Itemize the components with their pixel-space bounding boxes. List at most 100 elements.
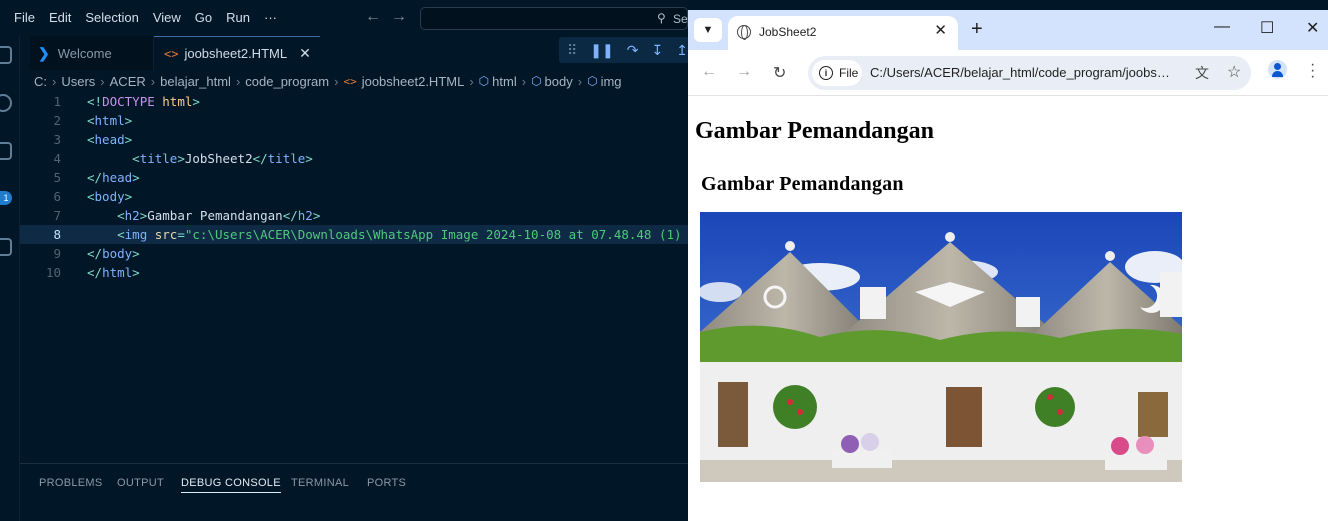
- back-icon[interactable]: ←: [701, 63, 717, 81]
- tab-welcome-label: Welcome: [57, 45, 112, 61]
- command-center-search[interactable]: ⚲ Se: [420, 7, 688, 30]
- tab-problems[interactable]: PROBLEMS: [39, 477, 103, 489]
- code-line[interactable]: 3 <head>: [20, 130, 688, 149]
- tab-strip: ▼ JobSheet2 ✕ + — ☐ ✕: [688, 10, 1328, 50]
- site-info-label: File: [839, 66, 859, 80]
- code-token: </: [252, 151, 268, 166]
- source-control-icon[interactable]: [0, 142, 12, 160]
- forward-arrow-icon[interactable]: →: [391, 8, 407, 26]
- info-icon: i: [819, 66, 833, 80]
- code-token: head: [94, 132, 125, 147]
- profile-avatar[interactable]: [1268, 60, 1287, 79]
- close-window-icon[interactable]: ✕: [1306, 18, 1319, 38]
- close-icon[interactable]: ✕: [299, 45, 311, 62]
- code-line[interactable]: 1 <!DOCTYPE html>: [20, 92, 688, 111]
- drag-handle-icon[interactable]: ⠿: [567, 42, 577, 59]
- breadcrumb-item[interactable]: img: [601, 74, 622, 89]
- menu-selection[interactable]: Selection: [78, 0, 145, 36]
- step-into-icon[interactable]: ↧: [651, 42, 663, 59]
- code-token: >: [177, 151, 185, 166]
- star-icon[interactable]: ☆: [1227, 62, 1241, 82]
- menu-go[interactable]: Go: [188, 0, 219, 36]
- close-icon[interactable]: ✕: [934, 21, 947, 39]
- menu-edit[interactable]: Edit: [42, 0, 78, 36]
- code-editor[interactable]: 1 <!DOCTYPE html> 2 <html> 3 <head> 4 <title>J…: [20, 92, 688, 462]
- code-line[interactable]: 7 <h2>Gambar Pemandangan</h2>: [20, 206, 688, 225]
- step-out-icon[interactable]: ↥: [676, 42, 688, 59]
- code-line[interactable]: 2 <html>: [20, 111, 688, 130]
- html-file-icon: <>: [164, 46, 179, 61]
- code-token: </: [282, 208, 298, 223]
- code-token: title: [267, 151, 306, 166]
- tab-output[interactable]: OUTPUT: [117, 477, 164, 489]
- code-text: <img src="c:\Users\ACER\Downloads\WhatsA…: [87, 225, 682, 244]
- code-token: >: [132, 265, 140, 280]
- code-token: html: [162, 94, 193, 109]
- code-token: h2: [297, 208, 313, 223]
- breadcrumb-item[interactable]: body: [545, 74, 573, 89]
- breadcrumb-item[interactable]: code_program: [245, 74, 329, 89]
- maximize-icon[interactable]: ☐: [1260, 18, 1274, 38]
- reload-icon[interactable]: ↻: [773, 63, 786, 83]
- code-token: head: [102, 170, 133, 185]
- tab-ports[interactable]: PORTS: [367, 477, 406, 489]
- translate-icon[interactable]: 文: [1195, 63, 1209, 83]
- code-line[interactable]: 8 <img src="c:\Users\ACER\Downloads\What…: [20, 225, 688, 244]
- explorer-icon[interactable]: [0, 46, 12, 64]
- code-token: <: [87, 189, 95, 204]
- more-menu-icon[interactable]: · · ·: [1310, 57, 1315, 85]
- back-arrow-icon[interactable]: ←: [365, 8, 381, 26]
- code-token: DOCTYPE: [102, 94, 155, 109]
- tab-debug-console[interactable]: DEBUG CONSOLE: [181, 477, 281, 493]
- code-token: </: [87, 265, 103, 280]
- code-token: body: [94, 189, 125, 204]
- code-token: body: [102, 246, 133, 261]
- code-line[interactable]: 5 </head>: [20, 168, 688, 187]
- menu-more[interactable]: ···: [257, 0, 284, 36]
- minimize-icon[interactable]: —: [1214, 18, 1230, 36]
- menu-file[interactable]: File: [0, 0, 42, 36]
- code-line[interactable]: 4 <title>JobSheet2</title>: [20, 149, 688, 168]
- breadcrumb-item[interactable]: html: [492, 74, 517, 89]
- pause-icon[interactable]: ❚❚: [590, 42, 613, 59]
- forward-icon[interactable]: →: [736, 63, 752, 81]
- menu-run[interactable]: Run: [219, 0, 257, 36]
- code-token: <: [87, 113, 95, 128]
- breadcrumb-item[interactable]: Users: [61, 74, 95, 89]
- tab-welcome[interactable]: ❯ Welcome: [30, 36, 154, 70]
- code-line[interactable]: 6 <body>: [20, 187, 688, 206]
- search-sidebar-icon[interactable]: [0, 94, 12, 112]
- tab-search-button[interactable]: ▼: [694, 18, 722, 42]
- code-token: >: [305, 151, 313, 166]
- code-token: h2: [124, 208, 140, 223]
- code-line[interactable]: 9 </body>: [20, 244, 688, 263]
- extensions-icon[interactable]: [0, 238, 12, 256]
- line-number: 8: [53, 227, 61, 242]
- code-token: >: [124, 132, 133, 147]
- activity-bar: 1: [0, 36, 20, 521]
- address-bar[interactable]: i File C:/Users/ACER/belajar_html/code_p…: [808, 56, 1251, 90]
- site-info-chip[interactable]: i File: [812, 60, 862, 86]
- menu-view[interactable]: View: [146, 0, 188, 36]
- breadcrumb-item[interactable]: joobsheet2.HTML: [362, 74, 465, 89]
- tab-terminal[interactable]: TERMINAL: [291, 477, 349, 489]
- code-token: <: [87, 132, 95, 147]
- code-line[interactable]: 10 </html>: [20, 263, 688, 282]
- browser-tab[interactable]: JobSheet2 ✕: [728, 16, 958, 50]
- url-text: C:/Users/ACER/belajar_html/code_program/…: [870, 65, 1175, 80]
- step-over-icon[interactable]: ↷: [627, 42, 639, 59]
- new-tab-icon[interactable]: +: [971, 18, 983, 41]
- code-token: <!: [87, 94, 103, 109]
- code-token: "c:\Users\ACER\Downloads\WhatsApp Image …: [184, 227, 682, 242]
- page-viewport: Gambar Pemandangan Gambar Pemandangan: [688, 97, 1328, 521]
- line-number: 7: [53, 208, 61, 223]
- code-text: </head>: [87, 168, 140, 187]
- line-number: 10: [45, 265, 61, 280]
- command-center-text: Se: [673, 12, 688, 26]
- line-number: 9: [53, 246, 61, 261]
- breadcrumb-item[interactable]: C:: [34, 74, 47, 89]
- breadcrumb-item[interactable]: ACER: [110, 74, 146, 89]
- tab-joobsheet2[interactable]: <> joobsheet2.HTML ✕: [154, 36, 320, 70]
- debug-toolbar: ⠿ ❚❚ ↷ ↧ ↥: [559, 37, 688, 63]
- breadcrumb-item[interactable]: belajar_html: [160, 74, 231, 89]
